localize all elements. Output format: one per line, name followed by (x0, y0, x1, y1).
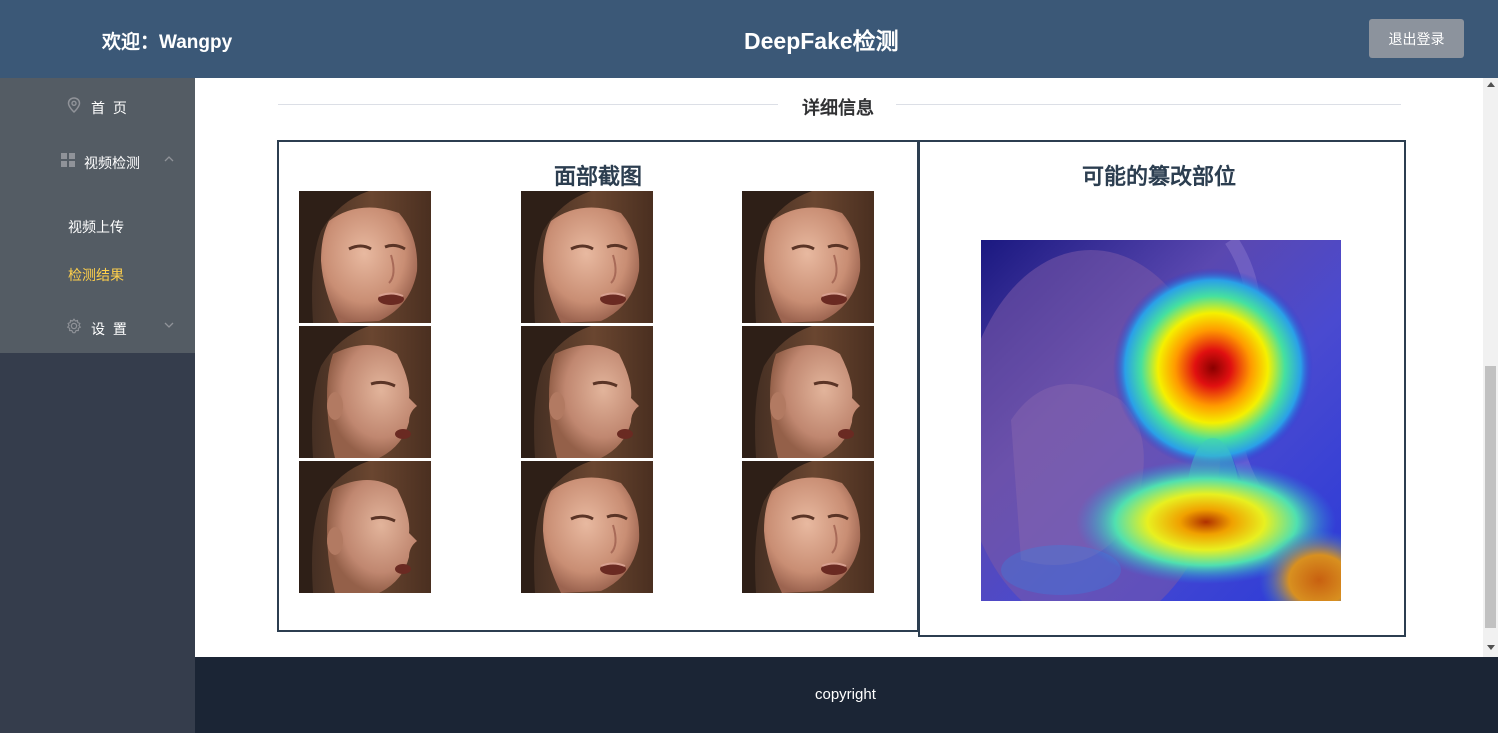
grid-icon (61, 153, 75, 170)
tamper-heatmap-title: 可能的篡改部位 (1082, 164, 1237, 189)
face-crop-image (742, 326, 874, 458)
logout-button[interactable]: 退出登录 (1369, 19, 1464, 58)
face-crop-image (299, 191, 431, 323)
main-scrollbar[interactable] (1483, 78, 1498, 657)
sidebar-item-video-detect-label: 视频检测 (84, 155, 140, 171)
chevron-down-icon (163, 318, 175, 334)
face-crop-image (521, 326, 653, 458)
sidebar: 首 页 视频检测 视频上传 检测结果 设 置 (0, 78, 195, 733)
top-header: 欢迎：Wangpy DeepFake检测 退出登录 (0, 0, 1498, 78)
face-crop-image (521, 191, 653, 323)
face-crops-panel: 面部截图 (277, 140, 919, 632)
face-crop-image (299, 326, 431, 458)
location-icon (67, 97, 81, 116)
divider-line-left (278, 104, 778, 105)
main-content: 详细信息 面部截图 可能的篡改部位 (195, 78, 1498, 657)
welcome-text: 欢迎：Wangpy (102, 32, 233, 53)
sidebar-subitem-video-upload[interactable]: 视频上传 (0, 203, 195, 247)
tamper-heatmap-panel: 可能的篡改部位 (918, 140, 1406, 637)
tamper-heatmap-image (981, 240, 1341, 601)
footer: copyright (195, 657, 1498, 733)
face-crop-image (299, 461, 431, 593)
sidebar-item-home-label: 首 页 (91, 100, 129, 116)
sidebar-item-home[interactable]: 首 页 (0, 80, 195, 130)
section-title: 详细信息 (802, 98, 874, 118)
divider-line-right (896, 104, 1401, 105)
face-crops-title: 面部截图 (554, 164, 643, 189)
sidebar-subitem-video-upload-label: 视频上传 (68, 219, 124, 235)
sidebar-subitem-detect-result-label: 检测结果 (68, 267, 124, 283)
face-crop-image (742, 191, 874, 323)
chevron-up-icon (163, 152, 175, 168)
sidebar-item-video-detect[interactable]: 视频检测 (0, 135, 195, 185)
sidebar-item-settings[interactable]: 设 置 (0, 301, 195, 351)
scroll-thumb[interactable] (1485, 366, 1496, 628)
scroll-up-arrow-icon[interactable] (1487, 82, 1495, 87)
gear-icon (66, 318, 82, 337)
sidebar-item-settings-label: 设 置 (91, 321, 129, 337)
scroll-down-arrow-icon[interactable] (1487, 645, 1495, 650)
face-crop-image (742, 461, 874, 593)
app-title: DeepFake检测 (744, 28, 899, 54)
copyright-text: copyright (815, 686, 876, 703)
face-crop-image (521, 461, 653, 593)
sidebar-subitem-detect-result[interactable]: 检测结果 (0, 251, 195, 295)
